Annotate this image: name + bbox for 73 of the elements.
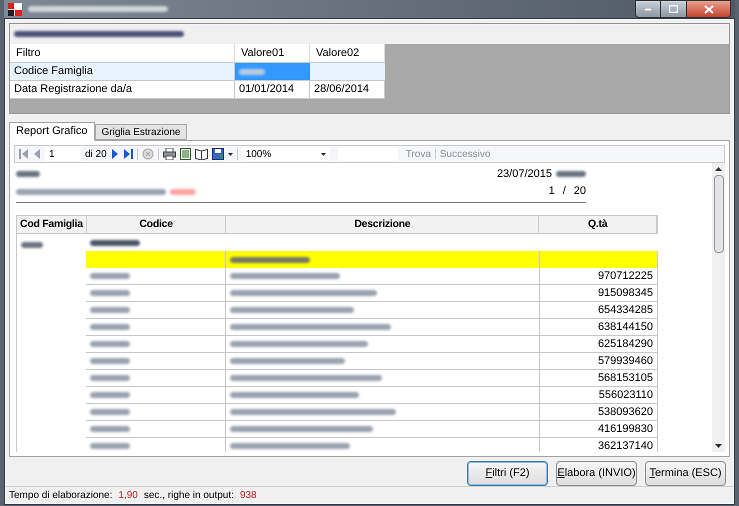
caret-icon[interactable]	[228, 152, 233, 156]
blurred-text	[90, 426, 130, 432]
elapsed-time: 1,90	[118, 489, 138, 503]
column-header: Valore02	[310, 44, 385, 62]
action-button[interactable]: Filtri (F2)	[467, 461, 548, 486]
last-page-icon[interactable]	[122, 149, 133, 159]
app-icon	[8, 2, 22, 16]
save-icon[interactable]	[212, 148, 224, 160]
book-icon[interactable]	[194, 148, 208, 160]
blurred-text	[90, 324, 130, 330]
action-button[interactable]: Termina (ESC)	[645, 461, 726, 486]
blurred-text	[90, 307, 130, 313]
close-icon	[704, 4, 714, 14]
table-cell: 654334285	[540, 302, 658, 318]
blurred-text	[556, 171, 586, 177]
blurred-text	[90, 443, 130, 449]
zoom-dropdown[interactable]: 100%	[242, 147, 330, 161]
status-label: sec., righe in output:	[144, 489, 234, 503]
column-header: Valore01	[235, 44, 310, 62]
search-field[interactable]	[338, 147, 398, 161]
status-label: Tempo di elaborazione:	[9, 489, 112, 503]
close-button[interactable]	[687, 0, 731, 18]
page-field[interactable]: 1	[45, 147, 81, 161]
blurred-text	[90, 375, 130, 381]
table-cell: 416199830	[540, 421, 658, 437]
maximize-button[interactable]	[661, 0, 687, 18]
column-header: Q.tà	[539, 216, 657, 233]
table-cell: 538093620	[540, 404, 658, 420]
tab[interactable]: Griglia Estrazione	[94, 124, 188, 140]
tab[interactable]: Report Grafico	[9, 122, 95, 141]
blurred-text	[239, 68, 265, 74]
maximize-icon	[669, 5, 678, 13]
blurred-text	[16, 171, 40, 177]
table-cell: 568153105	[540, 370, 658, 386]
table-cell: 970712225	[540, 268, 658, 284]
caret-icon	[320, 152, 326, 156]
row-count: 938	[240, 489, 257, 503]
table-cell: 625184290	[540, 336, 658, 352]
table-cell: 638144150	[540, 319, 658, 335]
table-cell: 556023110	[540, 387, 658, 403]
blurred-text	[90, 290, 130, 296]
blurred-text	[21, 242, 43, 248]
action-button[interactable]: Elabora (INVIO)	[556, 461, 637, 486]
blurred-text	[90, 392, 130, 398]
blurred-text	[90, 240, 140, 246]
page-layout-icon[interactable]	[180, 148, 191, 160]
page-separator: /	[562, 184, 566, 200]
next-icon[interactable]	[110, 149, 119, 159]
blurred-text	[90, 358, 130, 364]
print-icon[interactable]	[162, 148, 176, 160]
blurred-text	[90, 409, 130, 415]
column-header: Cod Famiglia	[17, 216, 87, 233]
table-cell: 362137140	[540, 438, 658, 452]
page-number: 1	[548, 184, 555, 200]
page-total: 20	[574, 184, 586, 200]
table-cell: 915098345	[540, 285, 658, 301]
column-header: Filtro	[10, 44, 235, 62]
scroll-thumb[interactable]	[714, 175, 724, 253]
blurred-text	[90, 273, 130, 279]
scrollbar[interactable]	[712, 163, 725, 452]
report-date: 23/07/2015	[496, 166, 552, 182]
column-header: Descrizione	[226, 216, 540, 233]
minimize-button[interactable]	[635, 0, 661, 18]
table-cell: 579939460	[540, 353, 658, 369]
minimize-icon	[644, 8, 652, 10]
table-cell: 01/01/2014	[235, 81, 310, 98]
table-cell: Data Registrazione da/a	[10, 81, 235, 98]
selected-cell[interactable]	[235, 63, 310, 80]
page-count: di 20	[85, 148, 107, 162]
blurred-text	[90, 341, 130, 347]
column-header: Codice	[86, 216, 226, 233]
blurred-text	[170, 188, 196, 194]
table-cell: 28/06/2014	[310, 81, 385, 98]
